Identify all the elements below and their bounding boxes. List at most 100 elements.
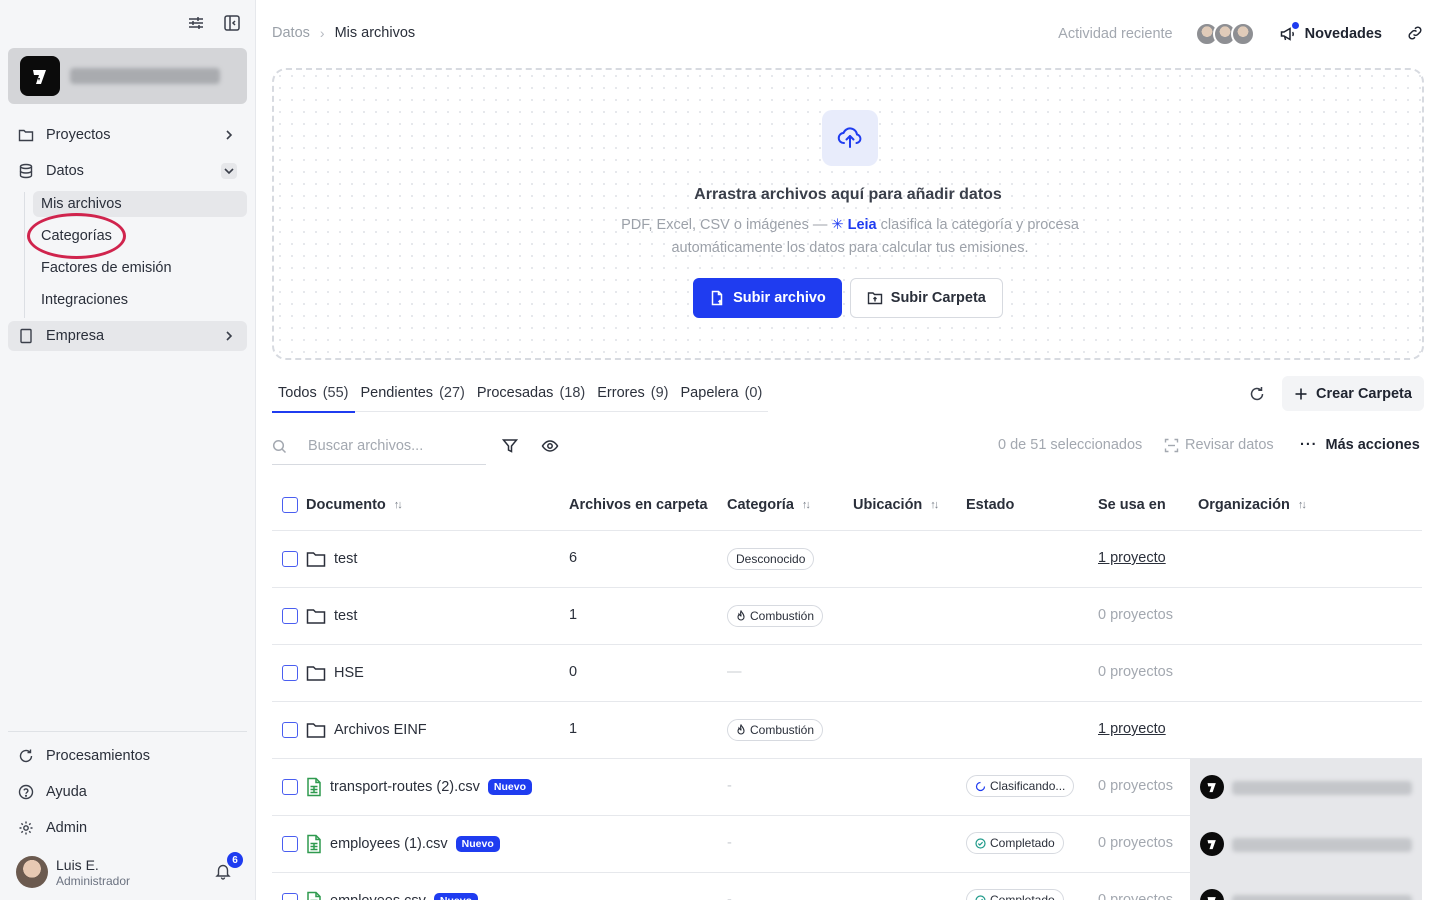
category-pill[interactable]: Desconocido (727, 548, 815, 570)
document-cell[interactable]: employees (1).csv Nuevo (306, 834, 500, 854)
tab-todos[interactable]: Todos (55) (272, 374, 355, 413)
sidebar-item-empresa[interactable]: Empresa (8, 321, 247, 351)
document-cell[interactable]: test (306, 550, 357, 568)
sort-icon[interactable]: ↑↓ (930, 499, 939, 511)
sidebar-subitem-factores[interactable]: Factores de emisión (33, 255, 247, 281)
sidebar-item-ayuda[interactable]: Ayuda (8, 777, 247, 807)
review-data-button[interactable]: Revisar datos (1164, 437, 1274, 453)
database-icon (18, 163, 34, 179)
collapse-sidebar-icon[interactable] (223, 14, 241, 32)
row-checkbox[interactable] (282, 665, 298, 681)
scan-icon (1164, 438, 1179, 452)
document-cell[interactable]: Archivos EINF (306, 721, 427, 739)
tab-label: Errores (597, 385, 645, 401)
dropzone-description: PDF, Excel, CSV o imágenes — ✳ Leia clas… (604, 214, 1096, 260)
document-cell[interactable]: transport-routes (2).csv Nuevo (306, 777, 532, 797)
column-archivos: Archivos en carpeta (569, 497, 708, 513)
chevron-right-icon[interactable] (221, 328, 237, 344)
upload-folder-button[interactable]: Subir Carpeta (849, 278, 1003, 318)
row-checkbox[interactable] (282, 722, 298, 738)
check-circle-icon (975, 894, 986, 900)
sidebar-item-proyectos[interactable]: Proyectos (8, 120, 247, 150)
plus-icon (1295, 388, 1307, 399)
refresh-icon (18, 748, 34, 764)
table-row[interactable]: Archivos EINF 1 Combustión 1 proyecto (272, 702, 1422, 759)
document-cell[interactable]: test (306, 607, 357, 625)
check-circle-icon (975, 837, 986, 849)
row-checkbox[interactable] (282, 608, 298, 624)
create-folder-button[interactable]: Crear Carpeta (1282, 376, 1424, 411)
organization-switcher[interactable] (8, 48, 247, 104)
select-all-checkbox[interactable] (282, 497, 298, 513)
status-cell: Clasificando... (966, 775, 1075, 797)
recent-activity-link[interactable]: Actividad reciente (1058, 26, 1172, 42)
column-categoria[interactable]: Categoría ↑↓ (727, 497, 811, 513)
file-upload-icon (711, 290, 723, 306)
row-checkbox[interactable] (282, 551, 298, 567)
document-cell[interactable]: employees.csv Nuevo (306, 891, 478, 900)
table-row[interactable]: HSE 0 — 0 proyectos (272, 645, 1422, 702)
document-cell[interactable]: HSE (306, 664, 364, 682)
used-in-link[interactable]: 1 proyecto (1098, 721, 1166, 737)
eye-icon[interactable] (541, 437, 559, 455)
tab-papelera[interactable]: Papelera (0) (675, 374, 769, 412)
unread-dot (1291, 22, 1299, 29)
collaborator-avatars[interactable] (1194, 22, 1255, 46)
sidebar-subitem-label: Integraciones (41, 292, 129, 308)
used-in-text: 0 proyectos (1098, 664, 1173, 680)
row-checkbox[interactable] (282, 836, 298, 852)
sort-icon[interactable]: ↑↓ (802, 499, 811, 511)
sort-icon[interactable]: ↑↓ (1298, 499, 1307, 511)
category-pill[interactable]: Combustión (727, 719, 824, 741)
tab-procesadas[interactable]: Procesadas (18) (471, 374, 591, 412)
tab-pendientes[interactable]: Pendientes (27) (355, 374, 471, 412)
files-count: 0 (569, 664, 578, 680)
used-in-text: 0 proyectos (1098, 607, 1173, 623)
filter-icon[interactable] (501, 437, 519, 455)
organization-cell (1190, 873, 1422, 900)
tab-label: Procesadas (476, 385, 554, 401)
column-documento[interactable]: Documento ↑↓ (306, 497, 403, 513)
row-checkbox[interactable] (282, 893, 298, 900)
user-profile[interactable]: Luis E. Administrador 6 (16, 852, 243, 890)
sidebar-item-admin[interactable]: Admin (8, 813, 247, 843)
sparkle-icon: ✳ (831, 217, 844, 233)
link-icon[interactable] (1406, 24, 1424, 45)
table-row[interactable]: employees (1).csv Nuevo - Completado 0 proye… (272, 816, 1422, 873)
tab-label: Papelera (680, 385, 739, 401)
table-row[interactable]: test 1 Combustión 0 proyectos (272, 588, 1422, 645)
files-count: 6 (569, 550, 578, 566)
used-in-cell: 1 proyecto (1098, 550, 1166, 566)
sidebar-subitem-label: Mis archivos (41, 196, 122, 212)
refresh-icon[interactable] (1248, 385, 1266, 403)
table-row[interactable]: employees.csv Nuevo - Completado 0 proyectos (272, 873, 1422, 900)
subnav-guide-line (24, 192, 25, 318)
sidebar-subitem-integraciones[interactable]: Integraciones (33, 287, 247, 313)
sort-icon[interactable]: ↑↓ (394, 499, 403, 511)
user-role: Administrador (56, 874, 131, 888)
more-actions-button[interactable]: ··· Más acciones (1300, 437, 1420, 453)
column-se-usa-en: Se usa en (1098, 497, 1166, 513)
category-pill[interactable]: Combustión (727, 605, 824, 627)
table-row[interactable]: transport-routes (2).csv Nuevo - Clasifican… (272, 759, 1422, 816)
used-in-link[interactable]: 1 proyecto (1098, 550, 1166, 566)
sidebar-item-procesamientos[interactable]: Procesamientos (8, 741, 247, 771)
row-checkbox[interactable] (282, 779, 298, 795)
upload-file-button[interactable]: Subir archivo (693, 278, 842, 318)
chevron-right-icon[interactable] (221, 127, 237, 143)
column-organizacion[interactable]: Organización ↑↓ (1198, 497, 1307, 513)
sliders-icon[interactable] (187, 14, 205, 32)
table-row[interactable]: test 6 Desconocido 1 proyecto (272, 531, 1422, 588)
status-label: Completado (990, 893, 1055, 900)
status-cell: Completado (966, 889, 1064, 900)
chevron-down-icon[interactable] (221, 163, 237, 179)
used-in-text: 0 proyectos (1098, 892, 1173, 900)
search-input[interactable] (308, 438, 488, 454)
breadcrumb-link-datos[interactable]: Datos (272, 25, 310, 41)
news-button[interactable]: Novedades (1279, 22, 1382, 43)
file-dropzone[interactable]: Arrastra archivos aquí para añadir datos… (272, 68, 1424, 360)
file-tabs: Todos (55) Pendientes (27) Procesadas (18) … (272, 374, 769, 413)
tab-errores[interactable]: Errores (9) (591, 374, 674, 412)
sidebar-item-datos[interactable]: Datos (8, 156, 247, 186)
column-ubicacion[interactable]: Ubicación ↑↓ (853, 497, 939, 513)
